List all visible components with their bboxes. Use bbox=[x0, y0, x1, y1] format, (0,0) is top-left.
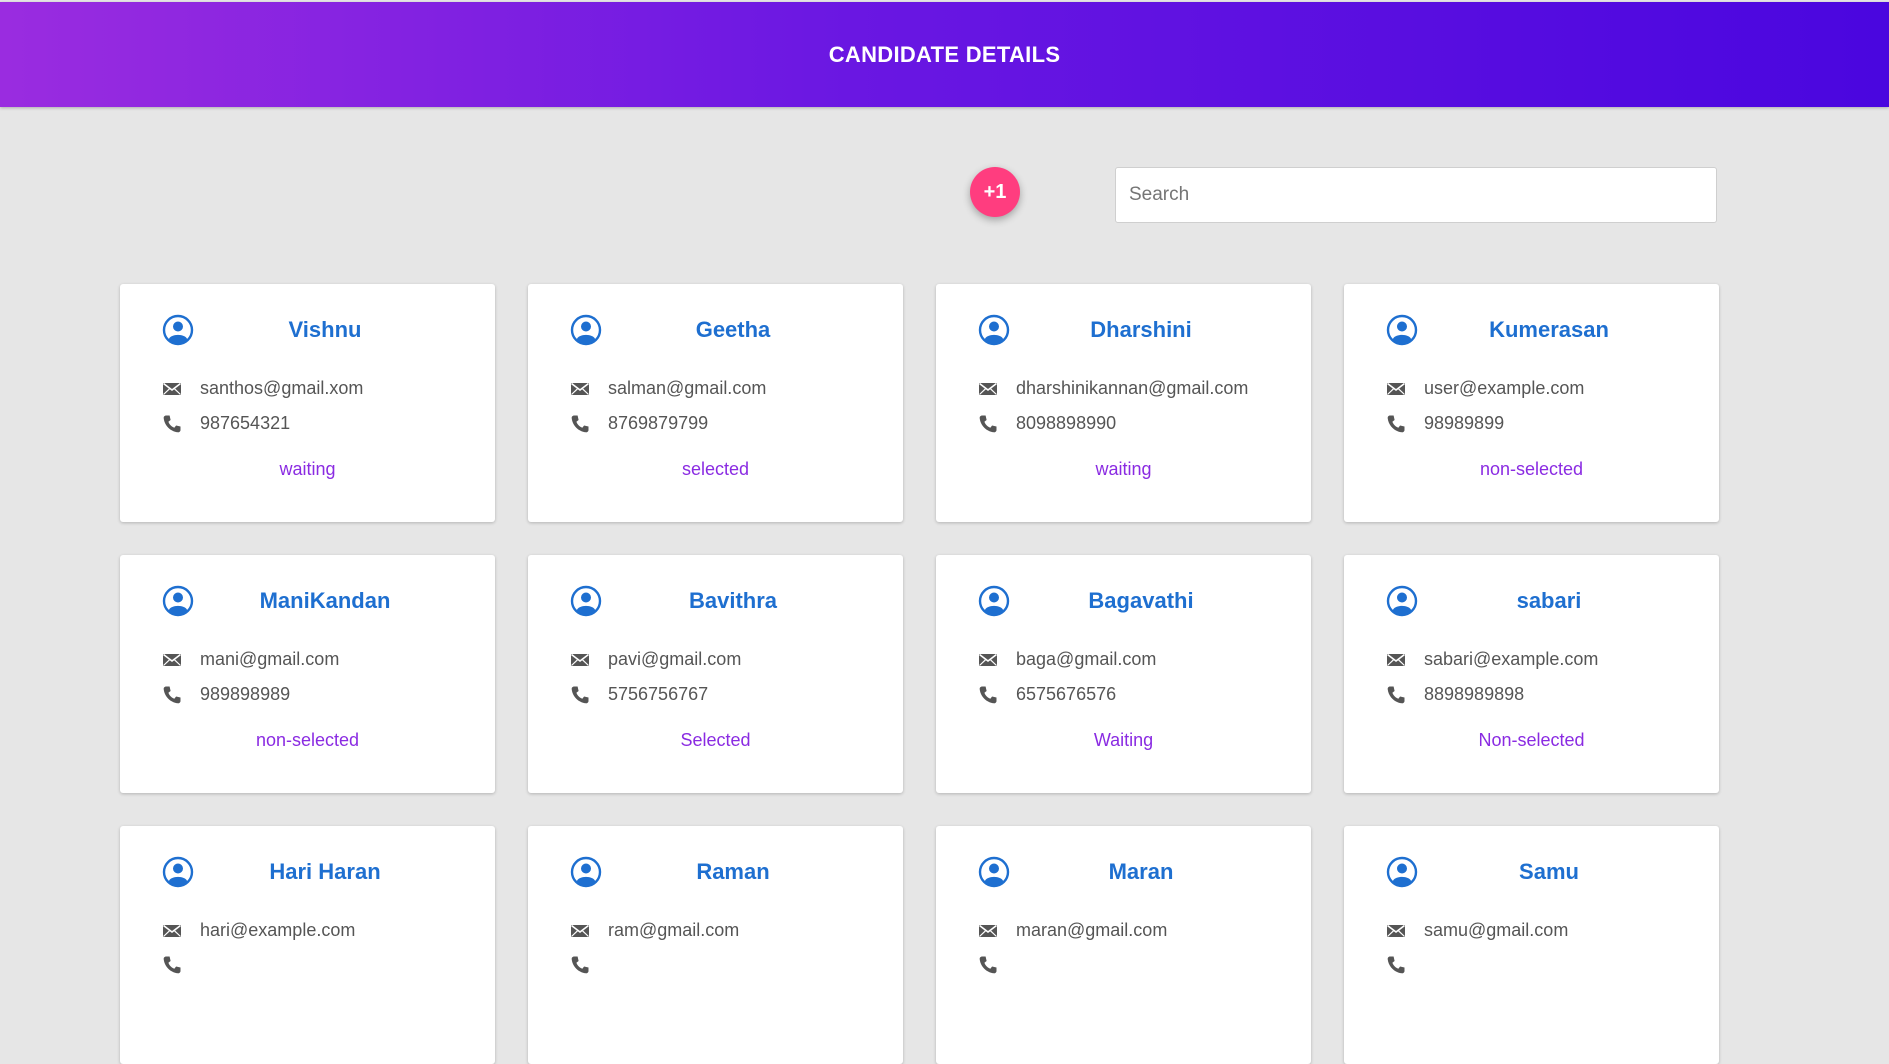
envelope-icon bbox=[1387, 653, 1405, 666]
phone-row bbox=[162, 955, 200, 975]
phone-row: 98989899 bbox=[1386, 413, 1504, 434]
candidate-name: Kumerasan bbox=[1489, 317, 1609, 342]
envelope-icon bbox=[1387, 382, 1405, 395]
candidate-card[interactable]: Hari Haran hari@example.com bbox=[120, 826, 495, 1064]
envelope-icon bbox=[571, 653, 589, 666]
phone-icon bbox=[163, 956, 181, 974]
status-label: non-selected bbox=[255, 730, 360, 750]
email-row: baga@gmail.com bbox=[978, 649, 1156, 670]
phone-row bbox=[978, 955, 1016, 975]
candidate-email: santhos@gmail.xom bbox=[200, 378, 364, 398]
phone-icon bbox=[1387, 686, 1405, 703]
phone-row: 8769879799 bbox=[570, 413, 708, 434]
phone-icon bbox=[1387, 415, 1405, 432]
candidate-phone: 8898989898 bbox=[1424, 684, 1525, 704]
phone-icon bbox=[571, 415, 589, 432]
candidate-name: Bavithra bbox=[688, 588, 778, 613]
candidate-email: dharshinikannan@gmail.com bbox=[1016, 378, 1249, 398]
candidate-card[interactable]: Maran maran@gmail.com bbox=[936, 826, 1311, 1064]
candidate-phone: 987654321 bbox=[200, 413, 291, 433]
candidate-phone: 8098898990 bbox=[1016, 413, 1117, 433]
candidate-email: salman@gmail.com bbox=[608, 378, 767, 398]
candidate-phone: 98989899 bbox=[1424, 413, 1505, 433]
candidate-name: Vishnu bbox=[288, 317, 362, 342]
candidate-phone: 8769879799 bbox=[608, 413, 709, 433]
email-row: santhos@gmail.xom bbox=[162, 378, 363, 399]
candidate-email: user@example.com bbox=[1424, 378, 1585, 398]
status-label: Non-selected bbox=[1478, 730, 1585, 750]
candidate-email: baga@gmail.com bbox=[1016, 649, 1157, 669]
candidate-card[interactable]: Kumerasan user@example.com 98989899 non-… bbox=[1344, 284, 1719, 522]
page-title: CANDIDATE DETAILS bbox=[828, 41, 1061, 67]
phone-icon bbox=[163, 415, 181, 432]
envelope-icon bbox=[571, 382, 589, 395]
envelope-icon bbox=[979, 382, 997, 395]
candidate-email: sabari@example.com bbox=[1424, 649, 1599, 669]
candidate-card[interactable]: Vishnu santhos@gmail.xom 987654321 waiti… bbox=[120, 284, 495, 522]
status-label: selected bbox=[681, 459, 750, 479]
phone-icon bbox=[571, 686, 589, 703]
candidate-name: sabari bbox=[1516, 588, 1582, 613]
candidate-name: Bagavathi bbox=[1088, 588, 1194, 613]
phone-row: 987654321 bbox=[162, 413, 290, 434]
phone-icon bbox=[979, 956, 997, 974]
phone-icon bbox=[1387, 956, 1405, 974]
candidate-phone: 6575676576 bbox=[1016, 684, 1117, 704]
candidate-name: Geetha bbox=[695, 317, 771, 342]
status-label: Waiting bbox=[1093, 730, 1154, 750]
email-row: pavi@gmail.com bbox=[570, 649, 741, 670]
status-label: Selected bbox=[680, 730, 751, 750]
phone-row: 5756756767 bbox=[570, 684, 708, 705]
candidate-card[interactable]: Bavithra pavi@gmail.com 5756756767 Selec… bbox=[528, 555, 903, 793]
candidate-name: ManiKandan bbox=[259, 588, 391, 613]
email-row: user@example.com bbox=[1386, 378, 1584, 399]
candidate-card[interactable]: Bagavathi baga@gmail.com 6575676576 Wait… bbox=[936, 555, 1311, 793]
candidate-card[interactable]: Raman ram@gmail.com bbox=[528, 826, 903, 1064]
candidate-card[interactable]: sabari sabari@example.com 8898989898 Non… bbox=[1344, 555, 1719, 793]
add-candidate-button[interactable]: +1 bbox=[970, 167, 1020, 217]
phone-row bbox=[1386, 955, 1424, 975]
app-header: CANDIDATE DETAILS bbox=[0, 2, 1889, 107]
email-row: dharshinikannan@gmail.com bbox=[978, 378, 1248, 399]
status-label: waiting bbox=[1095, 459, 1152, 479]
email-row: salman@gmail.com bbox=[570, 378, 766, 399]
phone-icon bbox=[979, 686, 997, 703]
candidate-email: pavi@gmail.com bbox=[608, 649, 742, 669]
candidate-name: Hari Haran bbox=[269, 859, 381, 884]
candidate-card[interactable]: Geetha salman@gmail.com 8769879799 selec… bbox=[528, 284, 903, 522]
envelope-icon bbox=[979, 653, 997, 666]
candidate-name: Maran bbox=[1108, 859, 1174, 884]
phone-row: 6575676576 bbox=[978, 684, 1116, 705]
phone-icon bbox=[571, 956, 589, 974]
candidate-name: Samu bbox=[1519, 859, 1579, 884]
search-input[interactable] bbox=[1115, 167, 1717, 223]
candidate-card[interactable]: ManiKandan mani@gmail.com 989898989 non-… bbox=[120, 555, 495, 793]
candidate-phone: 989898989 bbox=[200, 684, 291, 704]
candidate-grid: Vishnu santhos@gmail.xom 987654321 waiti… bbox=[120, 284, 1719, 1064]
candidate-email: mani@gmail.com bbox=[200, 649, 340, 669]
phone-row: 8898989898 bbox=[1386, 684, 1524, 705]
status-label: waiting bbox=[279, 459, 336, 479]
candidate-name: Raman bbox=[696, 859, 770, 884]
phone-row: 8098898990 bbox=[978, 413, 1116, 434]
candidate-name: Dharshini bbox=[1090, 317, 1192, 342]
phone-row bbox=[570, 955, 608, 975]
phone-row: 989898989 bbox=[162, 684, 290, 705]
email-row: sabari@example.com bbox=[1386, 649, 1598, 670]
email-row: mani@gmail.com bbox=[162, 649, 339, 670]
candidate-card[interactable]: Samu samu@gmail.com bbox=[1344, 826, 1719, 1064]
status-label: non-selected bbox=[1479, 459, 1584, 479]
phone-icon bbox=[163, 686, 181, 703]
envelope-icon bbox=[163, 653, 181, 666]
candidate-phone: 5756756767 bbox=[608, 684, 709, 704]
envelope-icon bbox=[163, 382, 181, 395]
candidate-card[interactable]: Dharshini dharshinikannan@gmail.com 8098… bbox=[936, 284, 1311, 522]
phone-icon bbox=[979, 415, 997, 432]
